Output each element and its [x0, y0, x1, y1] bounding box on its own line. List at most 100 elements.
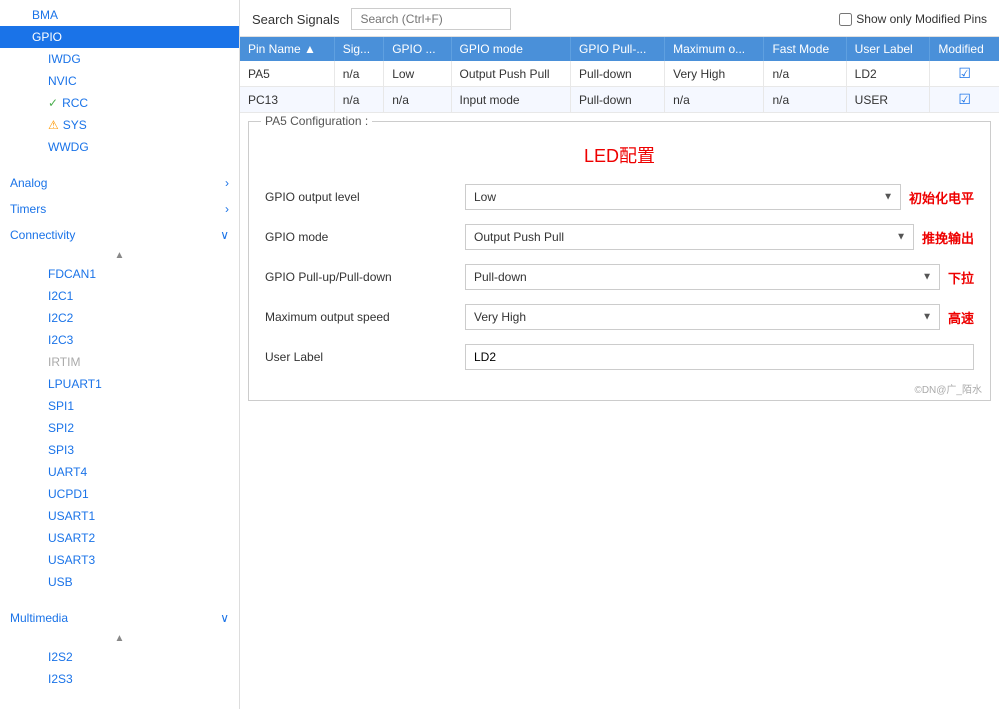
- sidebar-item-usart2[interactable]: USART2: [0, 527, 239, 549]
- sidebar-item-ucpd1[interactable]: UCPD1: [0, 483, 239, 505]
- sidebar-item-gpio[interactable]: GPIO: [0, 26, 239, 48]
- sidebar-item-nvic-label: NVIC: [48, 74, 77, 88]
- config-select-pull-wrapper: No pull-up and no pull-down Pull-up Pull…: [465, 264, 940, 290]
- config-select-pull[interactable]: No pull-up and no pull-down Pull-up Pull…: [465, 264, 940, 290]
- sidebar-item-usart1[interactable]: USART1: [0, 505, 239, 527]
- multimedia-chevron-icon: ∨: [220, 611, 229, 625]
- config-note-pull: 下拉: [948, 268, 974, 287]
- cell-gpio-mode: Output Push Pull: [451, 61, 570, 87]
- table-row[interactable]: PA5 n/a Low Output Push Pull Pull-down V…: [240, 61, 999, 87]
- cell-gpio-mode: Input mode: [451, 87, 570, 113]
- connectivity-scroll-up[interactable]: ▲: [0, 248, 239, 263]
- config-label-pull: GPIO Pull-up/Pull-down: [265, 270, 465, 284]
- sidebar-item-bma[interactable]: BMA: [0, 4, 239, 26]
- i2s3-label: I2S3: [48, 672, 73, 686]
- config-select-output-level[interactable]: Low High: [465, 184, 901, 210]
- show-modified-checkbox[interactable]: [839, 13, 852, 26]
- user-label-input[interactable]: [465, 344, 974, 370]
- col-gpio-pull[interactable]: GPIO Pull-...: [570, 37, 664, 61]
- multimedia-label: Multimedia: [10, 611, 68, 625]
- multimedia-scroll-up[interactable]: ▲: [0, 631, 239, 646]
- config-row-pull: GPIO Pull-up/Pull-down No pull-up and no…: [265, 264, 974, 290]
- timers-label: Timers: [10, 202, 46, 216]
- toolbar: Search Signals Show only Modified Pins: [240, 0, 999, 37]
- sidebar-item-gpio-label: GPIO: [32, 30, 62, 44]
- cell-sig: n/a: [334, 87, 384, 113]
- sidebar-item-i2c2[interactable]: I2C2: [0, 307, 239, 329]
- config-note-max-speed: 高速: [948, 308, 974, 327]
- sidebar-item-wwdg-label: WWDG: [48, 140, 89, 154]
- sidebar-category-analog[interactable]: Analog ›: [0, 170, 239, 196]
- sidebar-item-spi1[interactable]: SPI1: [0, 395, 239, 417]
- sidebar-item-iwdg[interactable]: IWDG: [0, 48, 239, 70]
- config-select-gpio-mode[interactable]: Output Push Pull Output Open Drain Input…: [465, 224, 914, 250]
- col-max-output[interactable]: Maximum o...: [665, 37, 764, 61]
- sidebar-item-sys-label: SYS: [63, 118, 87, 132]
- cell-fast-mode: n/a: [764, 87, 846, 113]
- col-fast-mode[interactable]: Fast Mode: [764, 37, 846, 61]
- cell-sig: n/a: [334, 61, 384, 87]
- cell-pin-name: PC13: [240, 87, 334, 113]
- config-select-max-speed-wrapper: Low Medium High Very High ▼: [465, 304, 940, 330]
- analog-chevron-icon: ›: [225, 176, 229, 190]
- sidebar-item-usb[interactable]: USB: [0, 571, 239, 593]
- col-modified[interactable]: Modified: [930, 37, 999, 61]
- cell-modified: ☑: [930, 87, 999, 113]
- sidebar-category-multimedia[interactable]: Multimedia ∨: [0, 605, 239, 631]
- signals-table-wrapper: Pin Name ▲ Sig... GPIO ... GPIO mode GPI…: [240, 37, 999, 113]
- config-row-output-level: GPIO output level Low High ▼ 初始化电平: [265, 184, 974, 210]
- modified-check-icon: ☑: [958, 91, 971, 107]
- modified-check-icon: ☑: [958, 65, 971, 81]
- sidebar-item-sys[interactable]: ⚠ SYS: [0, 114, 239, 136]
- usb-label: USB: [48, 575, 73, 589]
- fdcan1-label: FDCAN1: [48, 267, 96, 281]
- sidebar-item-lpuart1[interactable]: LPUART1: [0, 373, 239, 395]
- col-sig[interactable]: Sig...: [334, 37, 384, 61]
- spi3-label: SPI3: [48, 443, 74, 457]
- config-select-gpio-mode-wrapper: Output Push Pull Output Open Drain Input…: [465, 224, 914, 250]
- search-input[interactable]: [351, 8, 511, 30]
- sidebar-item-nvic[interactable]: NVIC: [0, 70, 239, 92]
- sidebar-category-connectivity[interactable]: Connectivity ∨: [0, 222, 239, 248]
- show-modified-label: Show only Modified Pins: [856, 12, 987, 26]
- spi2-label: SPI2: [48, 421, 74, 435]
- config-title: LED配置: [265, 142, 974, 168]
- config-border: PA5 Configuration : LED配置 GPIO output le…: [248, 121, 991, 401]
- i2c3-label: I2C3: [48, 333, 73, 347]
- sidebar-item-rcc[interactable]: ✓ RCC: [0, 92, 239, 114]
- sidebar-item-uart4[interactable]: UART4: [0, 461, 239, 483]
- config-label-max-speed: Maximum output speed: [265, 310, 465, 324]
- cell-max-output: Very High: [665, 61, 764, 87]
- col-gpio-mode[interactable]: GPIO mode: [451, 37, 570, 61]
- cell-pin-name: PA5: [240, 61, 334, 87]
- usart2-label: USART2: [48, 531, 95, 545]
- irtim-label: IRTIM: [48, 355, 80, 369]
- cell-max-output: n/a: [665, 87, 764, 113]
- sidebar-item-spi3[interactable]: SPI3: [0, 439, 239, 461]
- sidebar-category-timers[interactable]: Timers ›: [0, 196, 239, 222]
- col-gpio-output[interactable]: GPIO ...: [384, 37, 451, 61]
- uart4-label: UART4: [48, 465, 87, 479]
- config-section: PA5 Configuration : LED配置 GPIO output le…: [240, 113, 999, 709]
- cell-gpio-pull: Pull-down: [570, 87, 664, 113]
- table-row[interactable]: PC13 n/a n/a Input mode Pull-down n/a n/…: [240, 87, 999, 113]
- sidebar-item-i2s2[interactable]: I2S2: [0, 646, 239, 668]
- col-pin-name[interactable]: Pin Name ▲: [240, 37, 334, 61]
- config-select-max-speed[interactable]: Low Medium High Very High: [465, 304, 940, 330]
- sidebar-item-i2c1[interactable]: I2C1: [0, 285, 239, 307]
- main-panel: Search Signals Show only Modified Pins P…: [240, 0, 999, 709]
- usart1-label: USART1: [48, 509, 95, 523]
- cell-gpio-pull: Pull-down: [570, 61, 664, 87]
- sidebar-item-fdcan1[interactable]: FDCAN1: [0, 263, 239, 285]
- sidebar-item-i2c3[interactable]: I2C3: [0, 329, 239, 351]
- col-user-label[interactable]: User Label: [846, 37, 930, 61]
- sidebar-item-usart3[interactable]: USART3: [0, 549, 239, 571]
- warn-icon: ⚠: [48, 118, 59, 132]
- sidebar-item-wwdg[interactable]: WWDG: [0, 136, 239, 158]
- i2s2-label: I2S2: [48, 650, 73, 664]
- analog-label: Analog: [10, 176, 47, 190]
- sidebar-item-i2s3[interactable]: I2S3: [0, 668, 239, 690]
- sidebar-item-spi2[interactable]: SPI2: [0, 417, 239, 439]
- cell-gpio-output: n/a: [384, 87, 451, 113]
- lpuart1-label: LPUART1: [48, 377, 102, 391]
